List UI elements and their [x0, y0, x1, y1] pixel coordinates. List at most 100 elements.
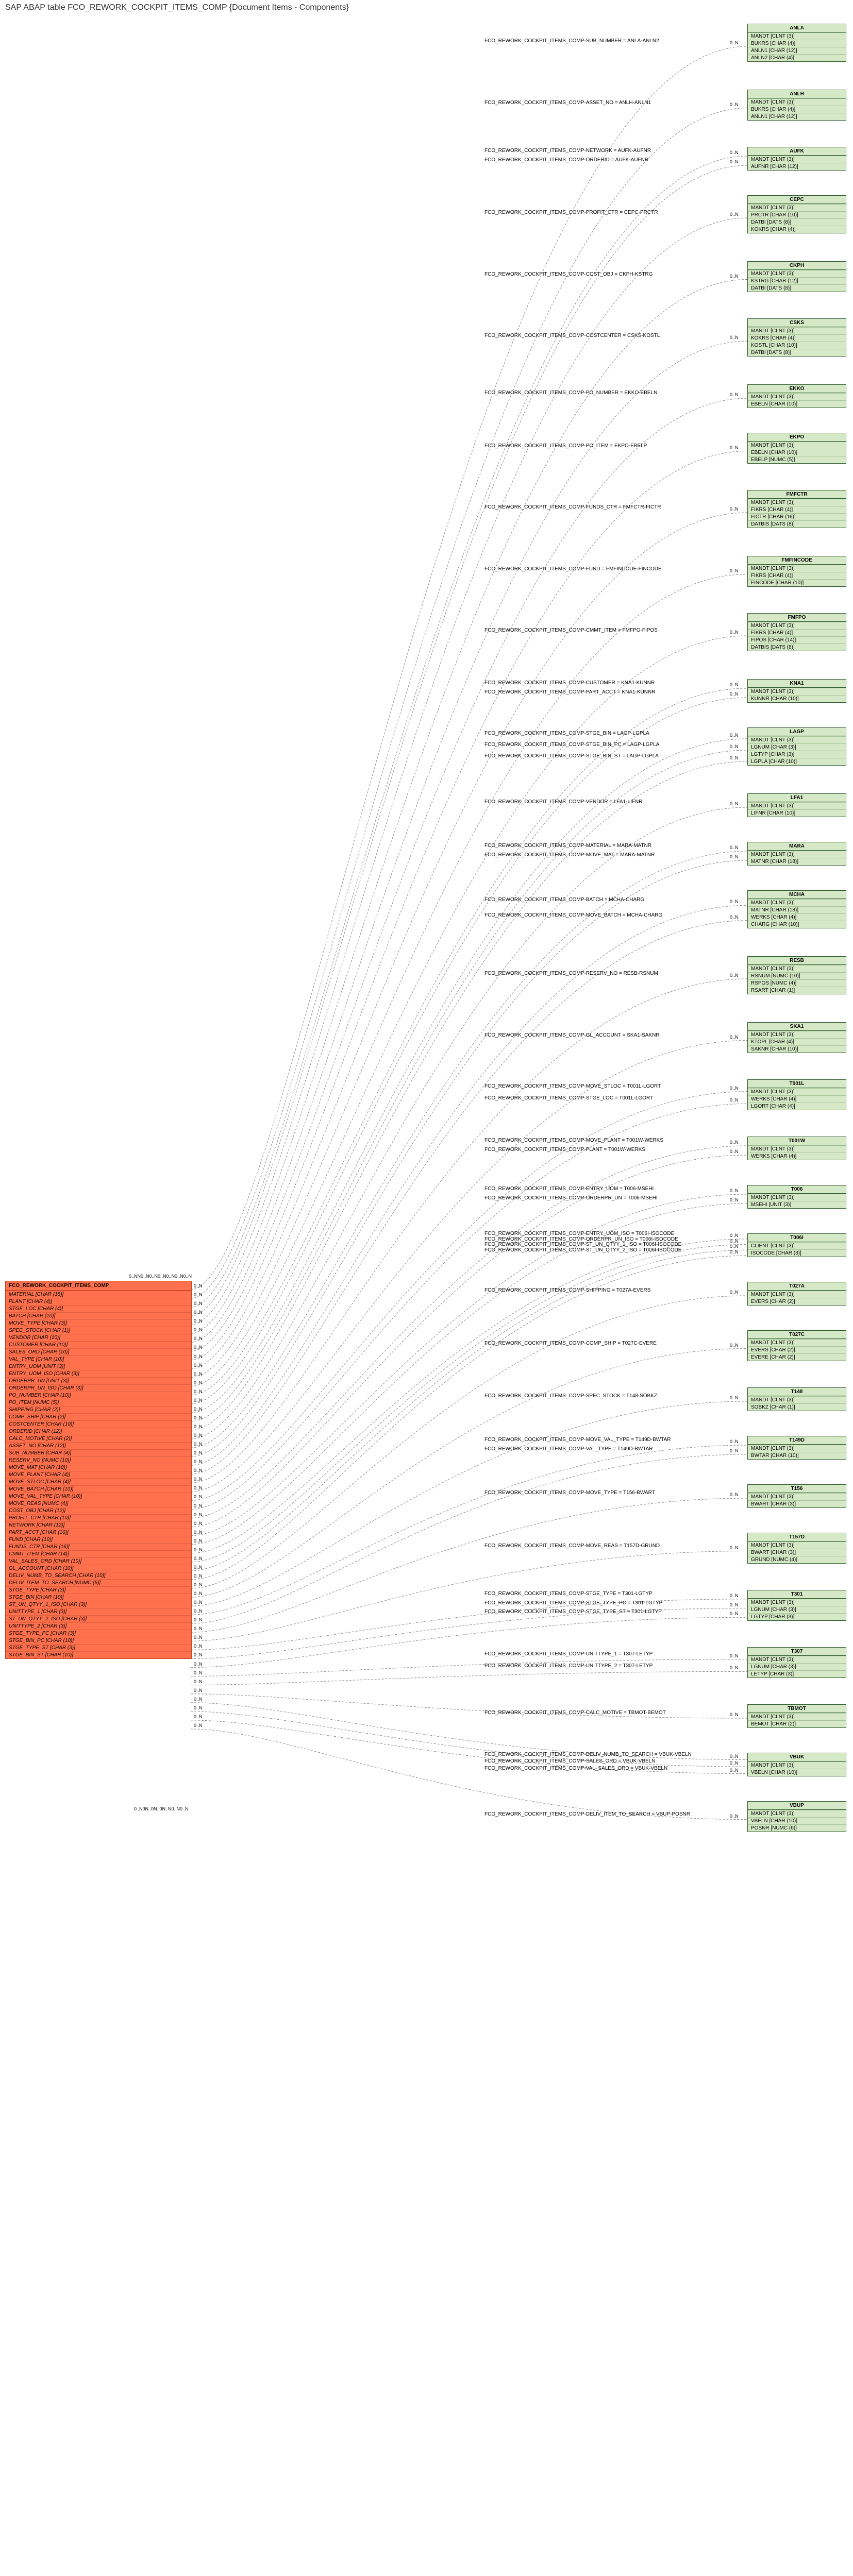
- main-table-field: PO_NUMBER [CHAR (10)]: [6, 1392, 191, 1399]
- relation-label: FCO_REWORK_COCKPIT_ITEMS_COMP-DELIV_ITEM…: [484, 1811, 690, 1817]
- left-cardinality: 0..N: [194, 1433, 203, 1438]
- ref-table-title: T027C: [748, 1331, 846, 1339]
- right-cardinality: 0..N: [730, 854, 739, 859]
- ref-table-box: VBUKMANDT [CLNT (3)]VBELN [CHAR (10)]: [747, 1753, 846, 1776]
- ref-table-field: EBELP [NUMC (5)]: [748, 456, 846, 463]
- relation-label: FCO_REWORK_COCKPIT_ITEMS_COMP-DELIV_NUMB…: [484, 1752, 692, 1757]
- relation-label: FCO_REWORK_COCKPIT_ITEMS_COMP-STGE_BIN =…: [484, 731, 649, 736]
- right-cardinality: 0..N: [730, 845, 739, 850]
- ref-table-title: CKPH: [748, 262, 846, 270]
- left-cardinality: 0..N: [194, 1643, 203, 1649]
- ref-table-field: MANDT [CLNT (3)]: [748, 156, 846, 163]
- ref-table-field: LGTYP [CHAR (3)]: [748, 751, 846, 758]
- main-table-field: VAL_SALES_ORD [CHAR (10)]: [6, 1557, 191, 1565]
- left-cardinality: 0..N: [194, 1371, 203, 1377]
- relation-label: FCO_REWORK_COCKPIT_ITEMS_COMP-GL_ACCOUNT…: [484, 1032, 660, 1038]
- ref-table-field: MANDT [CLNT (3)]: [748, 1445, 846, 1452]
- left-cardinality: 0..N: [194, 1512, 203, 1517]
- left-cardinality: 0..N: [194, 1336, 203, 1341]
- main-table-field: PLANT [CHAR (4)]: [6, 1298, 191, 1305]
- ref-table-field: FIKRS [CHAR (4)]: [748, 506, 846, 513]
- ref-table-box: RESBMANDT [CLNT (3)]RSNUM [NUMC (10)]RSP…: [747, 956, 846, 994]
- main-table-field: MOVE_REAS [NUMC (4)]: [6, 1500, 191, 1507]
- relation-label: FCO_REWORK_COCKPIT_ITEMS_COMP-MOVE_MAT =…: [484, 852, 655, 858]
- ref-table-field: BUKRS [CHAR (4)]: [748, 106, 846, 113]
- ref-table-field: MANDT [CLNT (3)]: [748, 270, 846, 277]
- ref-table-field: MANDT [CLNT (3)]: [748, 1194, 846, 1201]
- left-cardinality: 0..N: [194, 1573, 203, 1579]
- ref-table-field: KSTRG [CHAR (12)]: [748, 277, 846, 284]
- right-cardinality: 0..N: [730, 1439, 739, 1444]
- right-cardinality: 0..N: [730, 1611, 739, 1616]
- ref-table-title: CEPC: [748, 196, 846, 204]
- right-cardinality: 0..N: [730, 1140, 739, 1145]
- ref-table-field: MANDT [CLNT (3)]: [748, 1599, 846, 1606]
- right-cardinality: 0..N: [730, 1545, 739, 1550]
- ref-table-title: RESB: [748, 957, 846, 965]
- ref-table-box: VBUPMANDT [CLNT (3)]VBELN [CHAR (10)]POS…: [747, 1801, 846, 1832]
- ref-table-field: VBELN [CHAR (10)]: [748, 1769, 846, 1776]
- main-table-field: MOVE_MAT [CHAR (18)]: [6, 1464, 191, 1471]
- ref-table-title: ANLH: [748, 90, 846, 98]
- ref-table-field: RSART [CHAR (1)]: [748, 987, 846, 994]
- er-diagram: FCO_REWORK_COCKPIT_ITEMS_COMP MATERIAL […: [0, 13, 853, 2576]
- right-cardinality: 0..N: [730, 914, 739, 920]
- left-cardinality: 0..N: [194, 1617, 203, 1622]
- right-cardinality: 0..N: [730, 1395, 739, 1400]
- ref-table-field: MANDT [CLNT (3)]: [748, 622, 846, 629]
- relation-label: FCO_REWORK_COCKPIT_ITEMS_COMP-ST_UN_QTYY…: [484, 1247, 681, 1253]
- left-cardinality: 0..N: [194, 1459, 203, 1464]
- ref-table-box: T307MANDT [CLNT (3)]LGNUM [CHAR (3)]LETY…: [747, 1647, 846, 1678]
- main-table-field: MOVE_VAL_TYPE [CHAR (10)]: [6, 1493, 191, 1500]
- ref-table-title: T157D: [748, 1533, 846, 1541]
- main-table-field: SALES_ORD [CHAR (10)]: [6, 1348, 191, 1355]
- main-table-field: VENDOR [CHAR (10)]: [6, 1334, 191, 1341]
- main-table-field: SHIPPING [CHAR (2)]: [6, 1406, 191, 1413]
- ref-table-field: SOBKZ [CHAR (1)]: [748, 1403, 846, 1411]
- ref-table-field: MANDT [CLNT (3)]: [748, 1291, 846, 1298]
- right-cardinality: 0..N: [730, 1492, 739, 1497]
- ref-table-field: GRUND [NUMC (4)]: [748, 1556, 846, 1563]
- relation-label: FCO_REWORK_COCKPIT_ITEMS_COMP-PO_ITEM = …: [484, 443, 647, 449]
- ref-table-box: AUFKMANDT [CLNT (3)]AUFNR [CHAR (12)]: [747, 147, 846, 171]
- ref-table-field: KOSTL [CHAR (10)]: [748, 342, 846, 349]
- main-table-field: DELIV_NUMB_TO_SEARCH [CHAR (10)]: [6, 1572, 191, 1579]
- relation-label: FCO_REWORK_COCKPIT_ITEMS_COMP-PROFIT_CTR…: [484, 210, 658, 215]
- ref-table-box: T006MANDT [CLNT (3)]MSEHI [UNIT (3)]: [747, 1185, 846, 1209]
- right-cardinality: 0..N: [730, 102, 739, 107]
- relation-label: FCO_REWORK_COCKPIT_ITEMS_COMP-ASSET_NO =…: [484, 100, 651, 106]
- relation-label: FCO_REWORK_COCKPIT_ITEMS_COMP-MOVE_VAL_T…: [484, 1437, 671, 1443]
- main-table-field: MOVE_BATCH [CHAR (10)]: [6, 1485, 191, 1493]
- ref-table-field: MANDT [CLNT (3)]: [748, 736, 846, 743]
- left-cardinality: 0..N: [194, 1283, 203, 1289]
- main-table-field: DELIV_ITEM_TO_SEARCH [NUMC (6)]: [6, 1579, 191, 1586]
- main-table-field: VAL_TYPE [CHAR (10)]: [6, 1355, 191, 1363]
- main-table-field: PO_ITEM [NUMC (5)]: [6, 1399, 191, 1406]
- relation-label: FCO_REWORK_COCKPIT_ITEMS_COMP-PO_NUMBER …: [484, 390, 657, 396]
- ref-table-field: RSPOS [NUMC (4)]: [748, 979, 846, 987]
- ref-table-title: AUFK: [748, 147, 846, 156]
- left-cardinality: 0..N: [194, 1582, 203, 1587]
- right-cardinality: 0..N: [730, 1197, 739, 1202]
- left-cardinality: 0..N: [194, 1530, 203, 1535]
- ref-table-field: LGORT [CHAR (4)]: [748, 1103, 846, 1110]
- relation-label: FCO_REWORK_COCKPIT_ITEMS_COMP-CMMT_ITEM …: [484, 628, 658, 633]
- main-table-field: CUSTOMER [CHAR (10)]: [6, 1341, 191, 1348]
- main-table-field: CMMT_ITEM [CHAR (14)]: [6, 1550, 191, 1557]
- right-cardinality: 0..N: [730, 1249, 739, 1255]
- ref-table-field: FIKRS [CHAR (4)]: [748, 572, 846, 579]
- relation-label: FCO_REWORK_COCKPIT_ITEMS_COMP-COMP_SHIP …: [484, 1341, 657, 1346]
- right-cardinality: 0..N: [730, 568, 739, 573]
- relation-label: FCO_REWORK_COCKPIT_ITEMS_COMP-PLANT = T0…: [484, 1147, 645, 1153]
- left-cardinality: 0..N: [194, 1705, 203, 1710]
- ref-table-field: KUNNR [CHAR (10)]: [748, 695, 846, 702]
- ref-table-box: ANLHMANDT [CLNT (3)]BUKRS [CHAR (4)]ANLN…: [747, 90, 846, 121]
- relation-label: FCO_REWORK_COCKPIT_ITEMS_COMP-BATCH = MC…: [484, 897, 644, 903]
- ref-table-box: KNA1MANDT [CLNT (3)]KUNNR [CHAR (10)]: [747, 679, 846, 703]
- right-cardinality: 0..N: [730, 212, 739, 217]
- ref-table-field: ANLN2 [CHAR (4)]: [748, 54, 846, 61]
- ref-table-field: ANLN1 [CHAR (12)]: [748, 47, 846, 54]
- right-cardinality: 0..N: [730, 899, 739, 904]
- ref-table-title: LAGP: [748, 728, 846, 736]
- main-table-field: SUB_NUMBER [CHAR (4)]: [6, 1449, 191, 1456]
